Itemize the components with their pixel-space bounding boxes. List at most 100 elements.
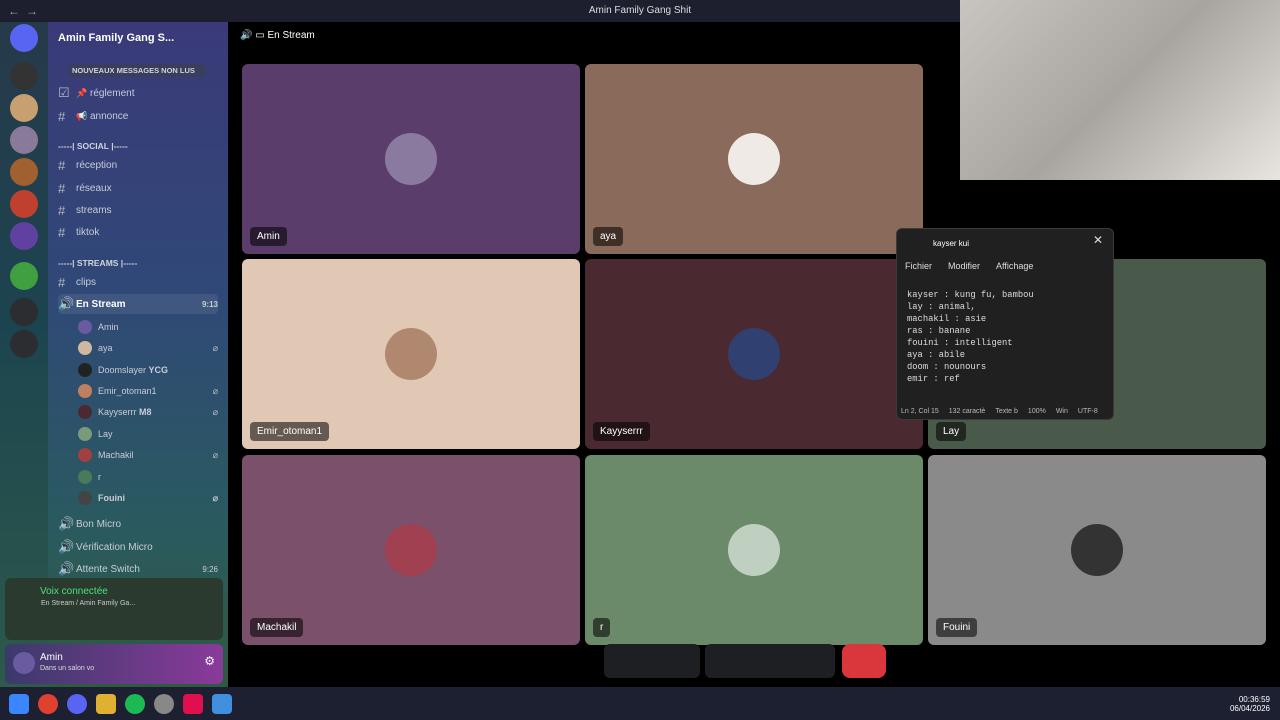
- voice-user[interactable]: Amin: [78, 317, 218, 337]
- participant-label: r: [593, 618, 611, 637]
- speaker-icon: 🔊: [58, 516, 75, 531]
- app-icon[interactable]: [154, 693, 174, 714]
- guild-header[interactable]: Amin Family Gang S...: [48, 22, 228, 54]
- discord-home-icon[interactable]: [10, 24, 38, 52]
- close-icon[interactable]: ✕: [1093, 233, 1103, 247]
- video-tile[interactable]: Amin: [242, 64, 580, 254]
- channel-reseaux[interactable]: # réseaux: [58, 178, 218, 198]
- avatar: [728, 328, 780, 380]
- tiktok-icon[interactable]: [183, 693, 203, 714]
- mute-icon: ⌀: [212, 385, 218, 396]
- notepad-tab[interactable]: kayser kui: [933, 239, 969, 248]
- user-name: Amin: [40, 652, 63, 663]
- channel-tiktok[interactable]: # tiktok: [58, 222, 218, 242]
- avatar: [78, 341, 92, 355]
- status-eol: Win: [1055, 408, 1068, 415]
- menu-modifier[interactable]: Modifier: [948, 261, 980, 271]
- avatar: [385, 328, 437, 380]
- category-social[interactable]: -----| SOCIAL |-----: [58, 141, 218, 151]
- video-tile[interactable]: Machakil: [242, 455, 580, 645]
- windows-start-icon[interactable]: [9, 693, 29, 714]
- badge: M8: [139, 407, 152, 417]
- hash-icon: #: [58, 157, 66, 173]
- status-chars: 132 caractè: [948, 408, 986, 415]
- channel-clips[interactable]: # clips: [58, 272, 218, 292]
- channel-reglement[interactable]: ☑ 📌 réglement: [58, 83, 218, 103]
- voice-connected-panel: Voix connectée En Stream / Amin Family G…: [5, 578, 223, 640]
- server-icon[interactable]: [10, 94, 38, 122]
- mute-icon: ⌀: [212, 406, 218, 417]
- notepad-content[interactable]: kayser : kung fu, bambou lay : animal, m…: [907, 289, 1034, 385]
- category-streams[interactable]: -----| STREAMS |-----: [58, 258, 218, 268]
- voice-user[interactable]: r: [78, 467, 218, 487]
- participant-label: aya: [593, 227, 624, 246]
- speaker-icon: 🔊: [58, 296, 75, 311]
- chrome-icon[interactable]: [38, 693, 58, 714]
- mute-icon: ⌀: [212, 449, 218, 460]
- video-tile[interactable]: Fouini: [928, 455, 1266, 645]
- server-icon[interactable]: [10, 62, 38, 90]
- status-format: Texte b: [995, 408, 1018, 415]
- video-tile[interactable]: aya: [585, 64, 923, 254]
- voice-channel-en-stream[interactable]: 🔊 En Stream 9:13: [58, 294, 218, 314]
- channel-reception[interactable]: # réception: [58, 155, 218, 175]
- add-server-icon[interactable]: [10, 298, 38, 326]
- server-icon[interactable]: [10, 222, 38, 250]
- avatar: [728, 524, 780, 576]
- notepad-icon[interactable]: [212, 693, 232, 714]
- disconnect-button[interactable]: [842, 644, 886, 678]
- notepad-window[interactable]: kayser kui ✕ Fichier Modifier Affichage …: [896, 228, 1114, 420]
- server-icon[interactable]: [10, 262, 38, 290]
- status-zoom: 100%: [1027, 408, 1046, 415]
- video-tile[interactable]: Kayyserrr: [585, 259, 923, 449]
- video-tile[interactable]: r: [585, 455, 923, 645]
- voice-user[interactable]: Lay: [78, 424, 218, 444]
- pin-icon: 📌: [76, 87, 88, 98]
- hash-icon: #: [58, 180, 66, 196]
- settings-icon[interactable]: ⚙: [204, 654, 215, 668]
- menu-affichage[interactable]: Affichage: [996, 261, 1033, 271]
- avatar: [78, 448, 92, 462]
- avatar: [728, 133, 780, 185]
- voice-user[interactable]: Fouini ⌀: [78, 488, 218, 508]
- notepad-menu: Fichier Modifier Affichage: [905, 261, 1105, 271]
- badge: YCG: [148, 365, 169, 375]
- participant-label: Lay: [936, 422, 967, 441]
- folder-icon[interactable]: [96, 693, 116, 714]
- avatar[interactable]: [13, 652, 35, 674]
- webcam-overlay: [960, 0, 1280, 180]
- voice-user[interactable]: Doomslayer YCG: [78, 360, 218, 380]
- hash-icon: #: [58, 202, 66, 218]
- speaker-icon: 🔊: [58, 561, 75, 576]
- new-messages-pill[interactable]: NOUVEAUX MESSAGES NON LUS: [68, 64, 206, 77]
- spotify-icon[interactable]: [125, 693, 145, 714]
- voice-channel-verification[interactable]: 🔊 Vérification Micro: [58, 537, 218, 557]
- activity-controls[interactable]: [705, 644, 835, 678]
- channel-annonce[interactable]: # 📢 annonce: [58, 106, 218, 126]
- participant-label: Machakil: [250, 618, 304, 637]
- rules-icon: ☑: [58, 85, 70, 100]
- voice-channel-bon-micro[interactable]: 🔊 Bon Micro: [58, 514, 218, 534]
- mic-camera-controls[interactable]: [604, 644, 700, 678]
- voice-channel-attente[interactable]: 🔊 Attente Switch 9:26: [58, 559, 218, 579]
- stage-header: 🔊 ▭ En Stream: [240, 30, 315, 41]
- server-icon[interactable]: [10, 126, 38, 154]
- voice-location[interactable]: En Stream / Amin Family Ga...: [41, 600, 135, 607]
- server-icon[interactable]: [10, 190, 38, 218]
- voice-user[interactable]: aya ⌀: [78, 338, 218, 358]
- server-icon[interactable]: [10, 158, 38, 186]
- discover-icon[interactable]: [10, 330, 38, 358]
- participant-label: Emir_otoman1: [250, 422, 330, 441]
- discord-icon[interactable]: [67, 693, 87, 714]
- clock[interactable]: 00:36:59 06/04/2026: [1230, 695, 1270, 713]
- menu-fichier[interactable]: Fichier: [905, 261, 932, 271]
- voice-user[interactable]: Emir_otoman1 ⌀: [78, 381, 218, 401]
- voice-user[interactable]: Kayyserrr M8 ⌀: [78, 402, 218, 422]
- voice-user[interactable]: Machakil ⌀: [78, 445, 218, 465]
- notepad-status: Ln 2, Col 15 132 caractè Texte b 100% Wi…: [901, 408, 1109, 415]
- participant-label: Kayyserrr: [593, 422, 650, 441]
- avatar: [78, 427, 92, 441]
- channel-streams[interactable]: # streams: [58, 200, 218, 220]
- avatar: [1071, 524, 1123, 576]
- video-tile[interactable]: Emir_otoman1: [242, 259, 580, 449]
